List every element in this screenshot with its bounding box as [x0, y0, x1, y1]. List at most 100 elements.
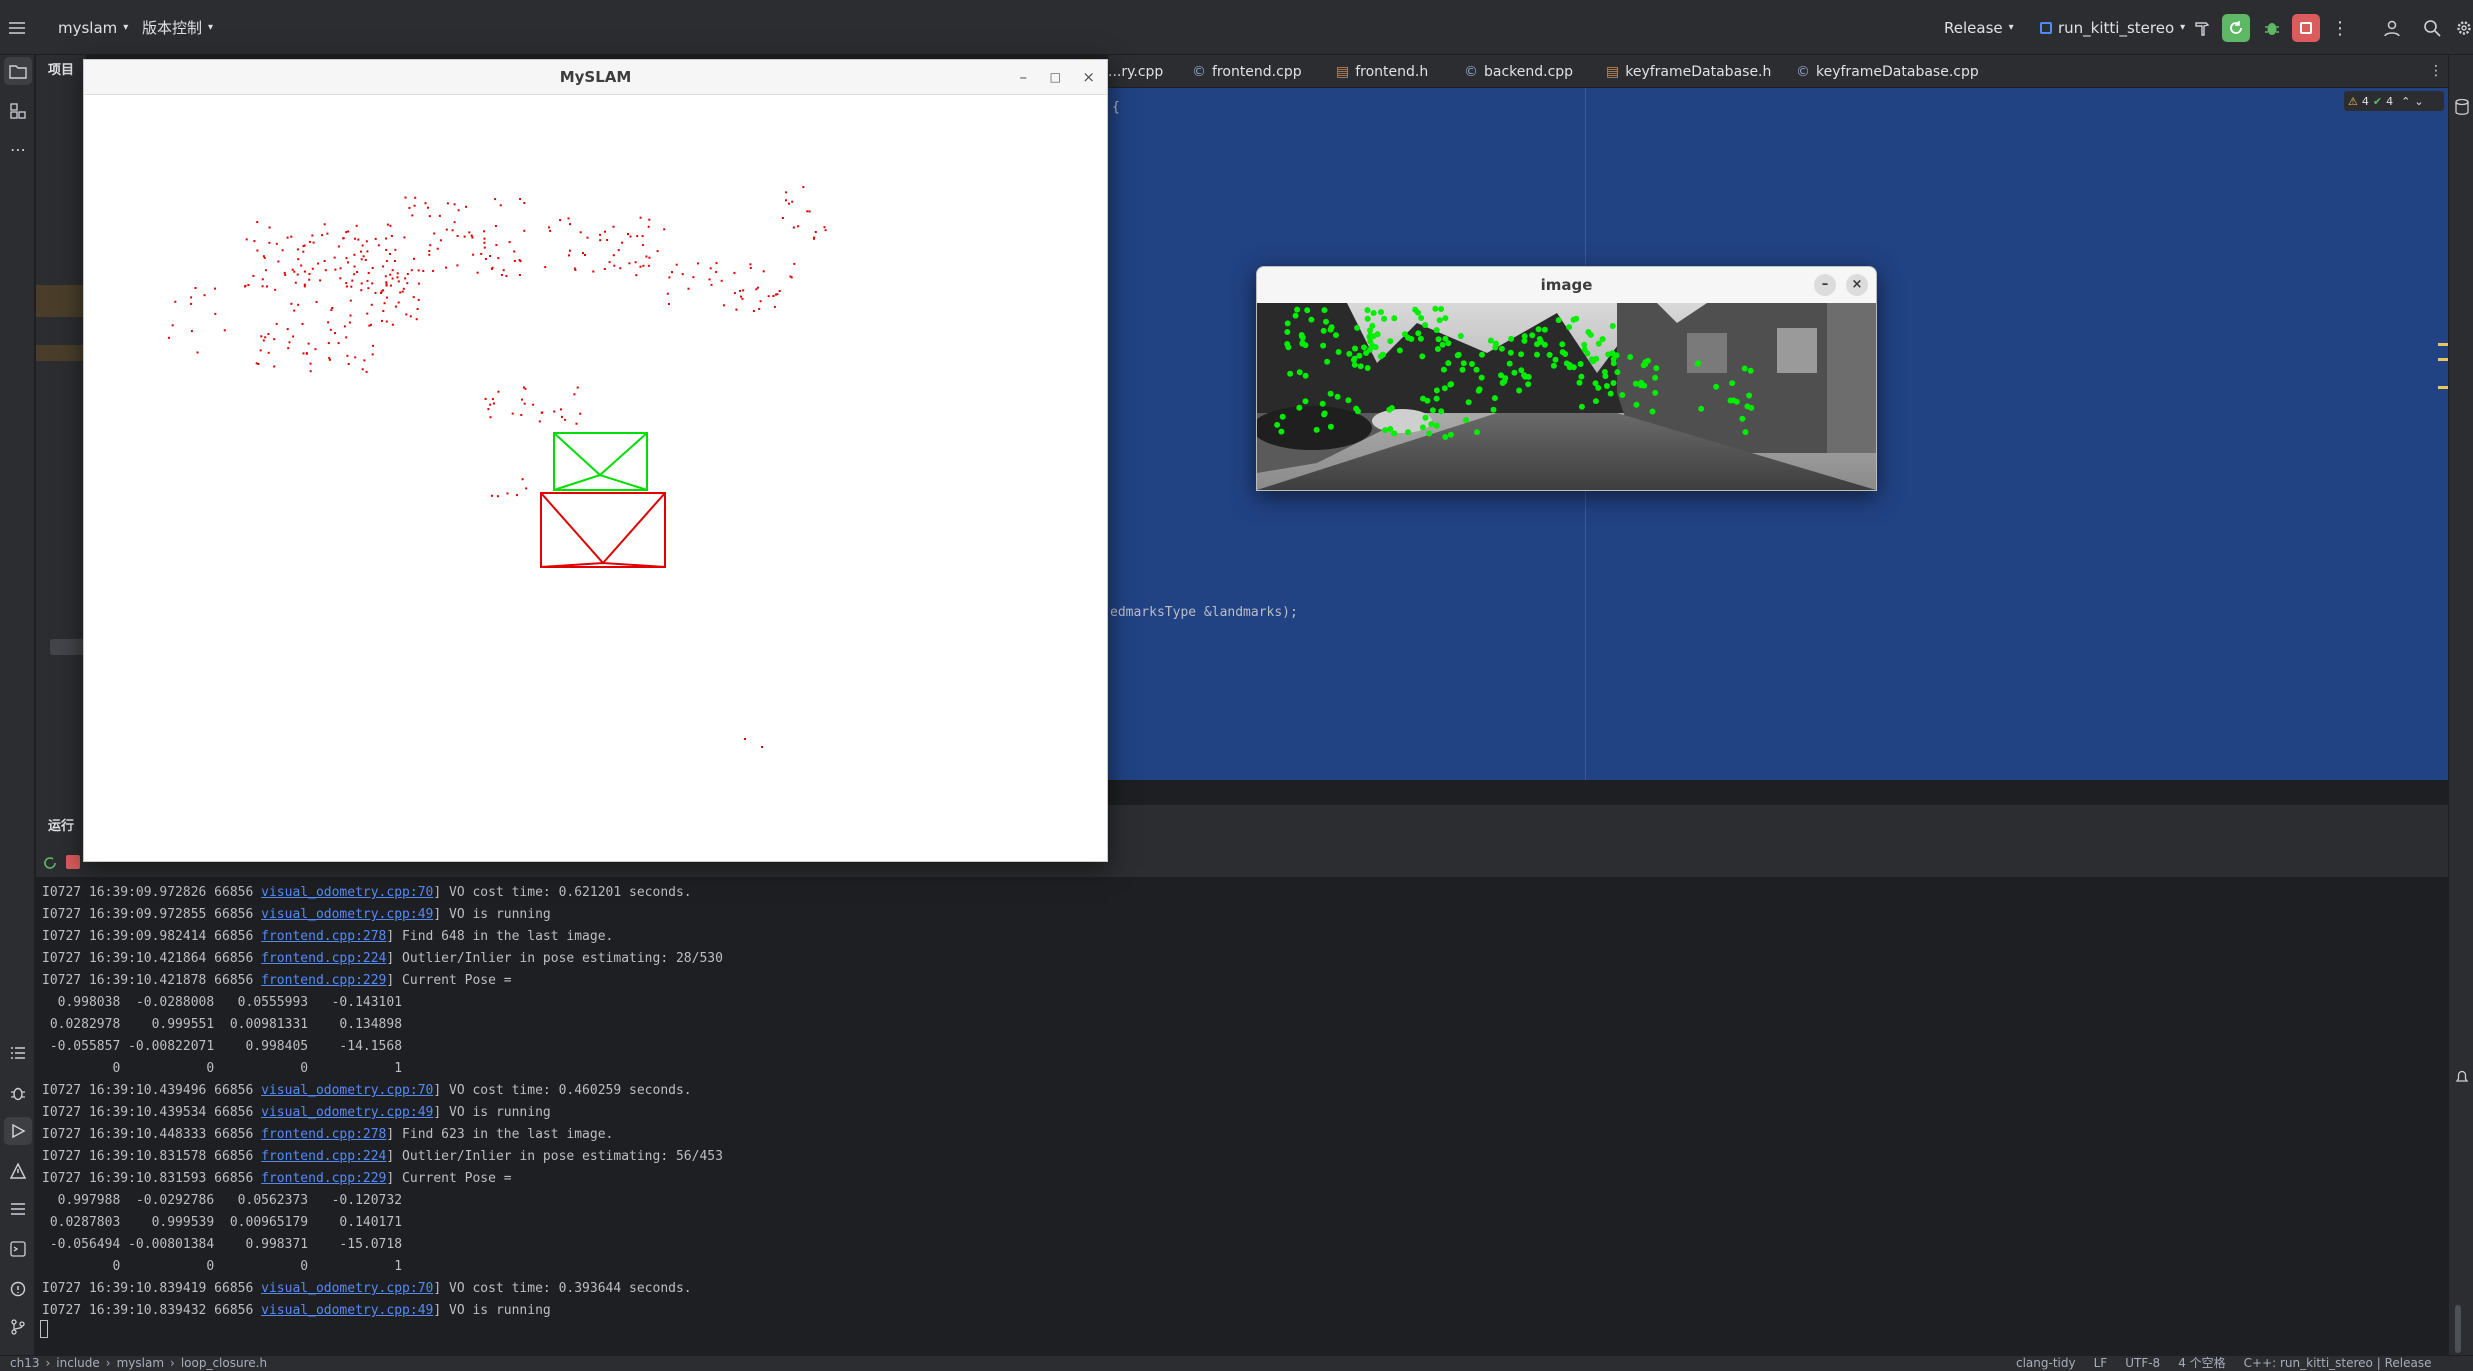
feature-point: [1744, 403, 1751, 410]
source-link[interactable]: frontend.cpp:278: [261, 929, 386, 944]
feature-point: [1645, 357, 1651, 364]
source-link[interactable]: visual_odometry.cpp:70: [261, 1281, 433, 1296]
map-point: [513, 260, 516, 262]
source-link[interactable]: frontend.cpp:224: [261, 1149, 386, 1164]
tab-options-button[interactable]: ⋮: [2426, 59, 2446, 83]
rerun-button[interactable]: [2222, 14, 2250, 42]
status-widget[interactable]: clang-tidy: [2016, 1356, 2076, 1371]
map-point: [397, 280, 400, 283]
rerun-icon: [44, 857, 56, 869]
maximize-button[interactable]: □: [1050, 60, 1061, 95]
error-stripe-mark[interactable]: [2438, 358, 2448, 361]
tab-frontend-cpp[interactable]: © frontend.cpp: [1192, 55, 1302, 88]
minimize-button[interactable]: –: [1020, 60, 1028, 95]
search-button[interactable]: [2420, 16, 2444, 40]
todo-tool-button[interactable]: [4, 1195, 32, 1223]
myslam-title-bar[interactable]: MySLAM – □ ×: [84, 60, 1107, 95]
database-tool-button[interactable]: [2453, 95, 2471, 119]
map-viewer-canvas[interactable]: [84, 96, 1107, 861]
image-title-bar[interactable]: image – ×: [1257, 267, 1876, 303]
more-tools-button[interactable]: ⋯: [4, 135, 32, 163]
map-point: [635, 274, 638, 277]
source-link[interactable]: visual_odometry.cpp:49: [261, 907, 433, 922]
services-tool-button[interactable]: [4, 1039, 32, 1067]
console-text: ] Outlier/Inlier in pose estimating: 56/…: [386, 1149, 723, 1164]
source-link[interactable]: frontend.cpp:229: [261, 1171, 386, 1186]
breadcrumb-item[interactable]: loop_closure.h: [181, 1356, 267, 1371]
error-stripe-mark[interactable]: [2438, 386, 2448, 389]
inspection-widget[interactable]: ⚠ 4 ✔ 4 ⌃ ⌄: [2344, 91, 2444, 111]
source-link[interactable]: visual_odometry.cpp:49: [261, 1303, 433, 1318]
tab-frontend-h[interactable]: ▤ frontend.h: [1336, 55, 1428, 88]
settings-button[interactable]: [2454, 16, 2473, 40]
map-point: [308, 240, 311, 243]
git-tool-button[interactable]: [4, 1313, 32, 1341]
terminal-tool-button[interactable]: [4, 1235, 32, 1263]
notifications-tool-button[interactable]: [4, 1275, 32, 1303]
minimize-icon: –: [1821, 277, 1829, 292]
minimize-button[interactable]: –: [1814, 274, 1836, 296]
notifications-button[interactable]: [2453, 1065, 2471, 1089]
run-config-selector[interactable]: run_kitti_stereo ▾: [2040, 0, 2185, 55]
stop-button[interactable]: [66, 855, 80, 869]
map-point: [350, 285, 353, 288]
feature-point: [1432, 305, 1439, 312]
map-point: [374, 237, 377, 240]
myslam-window[interactable]: MySLAM – □ ×: [83, 59, 1108, 862]
tab-keyframedatabase-cpp[interactable]: © keyframeDatabase.cpp: [1796, 55, 1979, 88]
status-widget[interactable]: LF: [2094, 1356, 2108, 1371]
tab-backend-cpp[interactable]: © backend.cpp: [1464, 55, 1573, 88]
problems-tool-button[interactable]: [4, 1157, 32, 1185]
status-widget[interactable]: 4 个空格: [2178, 1356, 2225, 1371]
status-widget[interactable]: UTF-8: [2125, 1356, 2160, 1371]
map-point: [196, 351, 199, 354]
source-link[interactable]: frontend.cpp:224: [261, 951, 386, 966]
map-point: [334, 332, 336, 335]
project-selector[interactable]: myslam ▾: [58, 0, 128, 55]
map-point: [417, 298, 420, 301]
error-stripe-mark[interactable]: [2438, 343, 2448, 346]
breadcrumb-item[interactable]: ch13: [10, 1356, 39, 1371]
project-tool-button[interactable]: [4, 57, 32, 85]
close-button[interactable]: ×: [1082, 60, 1095, 95]
feature-point: [1587, 331, 1594, 338]
tab-keyframedatabase-h[interactable]: ▤ keyframeDatabase.h: [1606, 55, 1771, 88]
source-link[interactable]: frontend.cpp:278: [261, 1127, 386, 1142]
breadcrumb-item[interactable]: myslam: [117, 1356, 164, 1371]
feature-point: [1284, 341, 1291, 347]
map-point: [413, 204, 416, 207]
feature-point: [1525, 381, 1532, 388]
vcs-menu[interactable]: 版本控制 ▾: [142, 0, 213, 55]
map-point: [409, 315, 412, 318]
build-button[interactable]: [2190, 16, 2214, 40]
source-link[interactable]: visual_odometry.cpp:70: [261, 1083, 433, 1098]
console-cursor[interactable]: [40, 1320, 48, 1338]
structure-tool-button[interactable]: [4, 97, 32, 125]
source-link[interactable]: visual_odometry.cpp:49: [261, 1105, 433, 1120]
stop-button[interactable]: [2292, 14, 2320, 42]
main-menu-button[interactable]: [8, 0, 26, 55]
map-point: [290, 302, 293, 305]
map-point: [559, 219, 562, 222]
status-widget[interactable]: C++: run_kitti_stereo | Release: [2244, 1356, 2432, 1371]
rerun-button[interactable]: [40, 853, 60, 873]
tree-scroll-thumb[interactable]: [50, 639, 86, 655]
tab-visual-odometry-cpp[interactable]: ...ry.cpp: [1108, 55, 1163, 88]
more-actions-button[interactable]: ⋮: [2328, 16, 2352, 40]
console-scrollbar-thumb[interactable]: [2455, 1305, 2461, 1353]
image-window[interactable]: image – ×: [1256, 266, 1877, 491]
debug-button[interactable]: [2258, 14, 2286, 42]
account-button[interactable]: [2380, 16, 2404, 40]
run-tool-button[interactable]: [4, 1117, 32, 1145]
source-link[interactable]: visual_odometry.cpp:70: [261, 885, 433, 900]
feature-point: [1346, 350, 1353, 357]
debug-tool-button[interactable]: [4, 1079, 32, 1107]
close-button[interactable]: ×: [1846, 274, 1868, 296]
source-link[interactable]: frontend.cpp:229: [261, 973, 386, 988]
console-output[interactable]: I0727 16:39:09.972826 66856 visual_odome…: [36, 877, 2448, 1355]
console-text: ] VO is running: [433, 907, 551, 922]
feature-point: [1328, 324, 1335, 331]
console-text: ] VO is running: [433, 1105, 551, 1120]
breadcrumb-item[interactable]: include: [56, 1356, 99, 1371]
build-config-selector[interactable]: Release ▾: [1944, 0, 2014, 55]
